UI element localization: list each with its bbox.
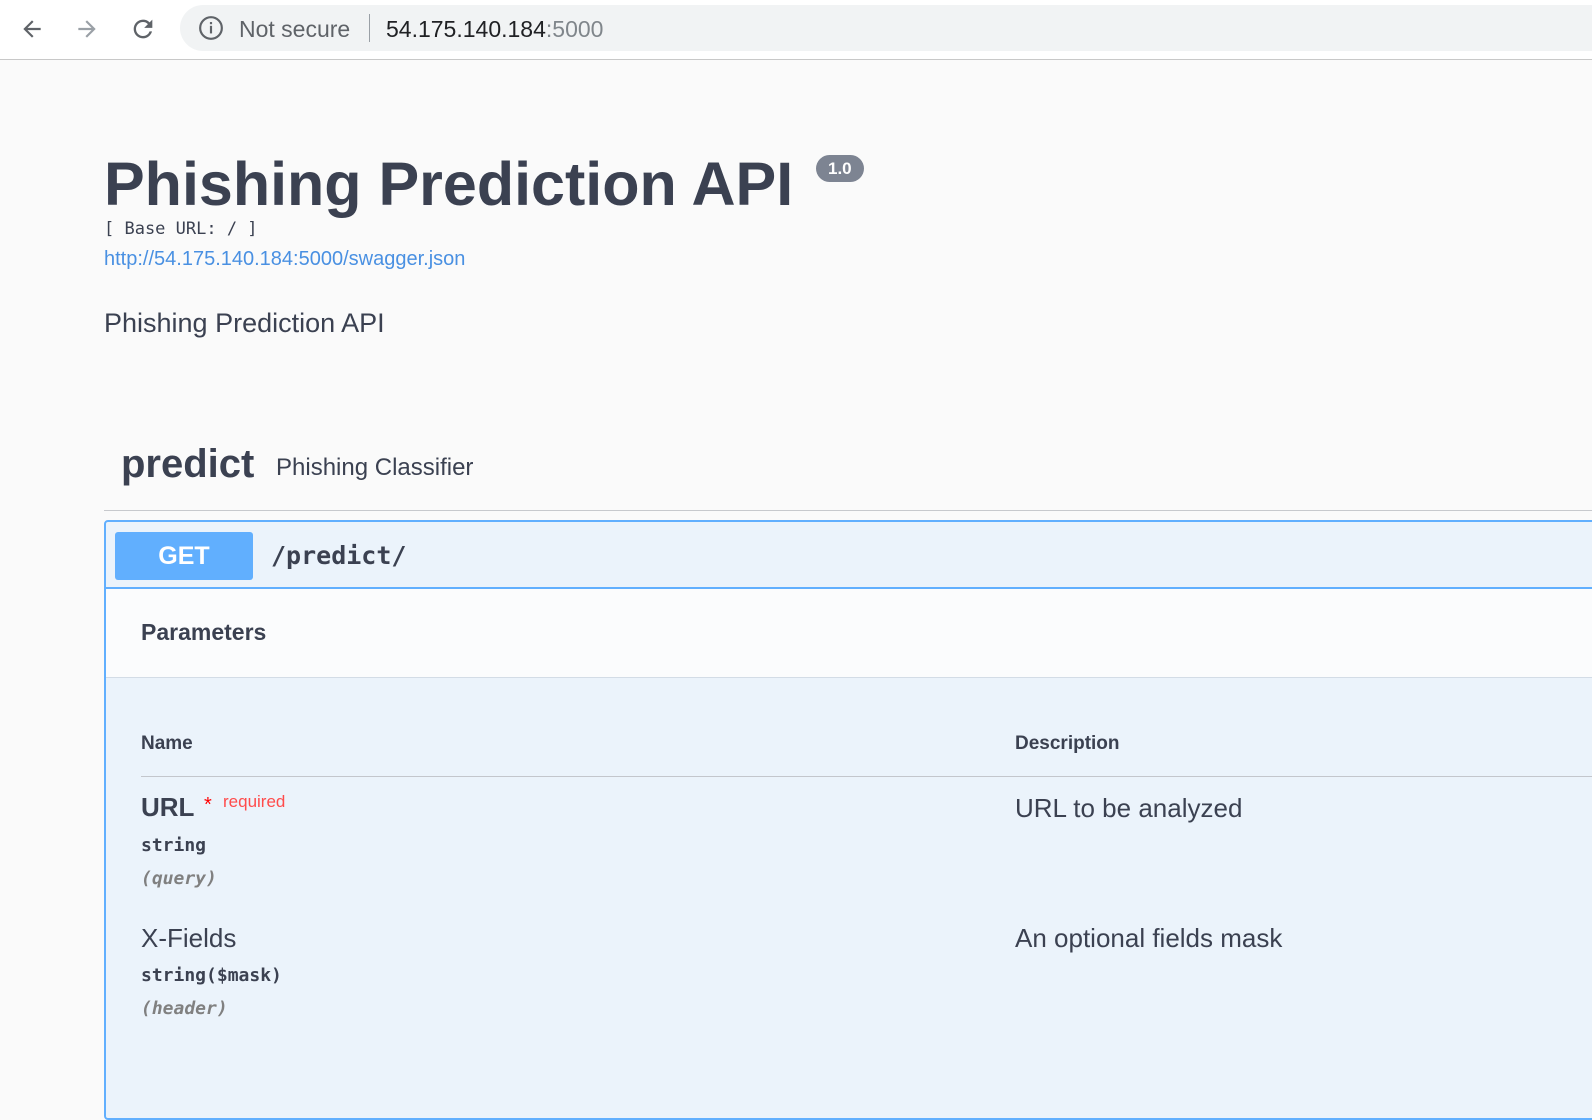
column-header-description: Description	[1015, 733, 1120, 754]
table-header-divider	[141, 776, 1592, 777]
arrow-right-icon	[78, 20, 96, 38]
parameters-title: Parameters	[141, 619, 267, 645]
tag-name[interactable]: predict	[121, 442, 254, 487]
operation-summary[interactable]: GET /predict/	[106, 522, 1592, 589]
parameter-description-url: URL to be analyzed	[1015, 793, 1243, 823]
parameter-type-x-fields: string($mask)	[141, 965, 282, 986]
address-bar-divider	[369, 14, 370, 42]
swagger-json-link[interactable]: http://54.175.140.184:5000/swagger.json	[104, 248, 465, 271]
parameters-header: Parameters	[106, 589, 1592, 678]
tag-description: Phishing Classifier	[276, 454, 474, 481]
required-star: *	[204, 794, 212, 816]
browser-toolbar: Not secure 54.175.140.184:5000	[0, 0, 1592, 60]
info-icon[interactable]	[198, 15, 224, 41]
parameter-name-x-fields: X-Fields	[141, 923, 237, 953]
operation-path[interactable]: /predict/	[271, 541, 406, 570]
required-label: required	[223, 792, 286, 811]
forward-button[interactable]	[68, 10, 106, 48]
base-url: [ Base URL: / ]	[104, 219, 258, 239]
url-text[interactable]: 54.175.140.184:5000	[386, 16, 603, 43]
arrow-left-icon	[23, 20, 41, 38]
parameter-location-x-fields: (header)	[141, 998, 228, 1019]
security-status-label[interactable]: Not secure	[239, 16, 350, 43]
http-method-badge[interactable]: GET	[115, 532, 253, 580]
column-header-name: Name	[141, 733, 193, 754]
url-port: :5000	[545, 16, 604, 42]
reload-icon	[133, 19, 153, 39]
parameter-location-url: (query)	[141, 868, 217, 889]
back-button[interactable]	[13, 10, 51, 48]
parameter-type-url: string	[141, 835, 207, 856]
reload-button[interactable]	[124, 10, 162, 48]
operation-block-get-predict: GET /predict/ Parameters Name Descriptio…	[104, 520, 1592, 1120]
api-title: Phishing Prediction API	[104, 150, 794, 218]
address-bar[interactable]: Not secure 54.175.140.184:5000	[180, 5, 1592, 51]
parameter-description-x-fields: An optional fields mask	[1015, 923, 1283, 953]
tag-divider	[104, 510, 1592, 511]
parameter-name-url: URL	[141, 792, 195, 822]
version-badge: 1.0	[816, 155, 864, 182]
url-host: 54.175.140.184	[386, 16, 546, 42]
api-description: Phishing Prediction API	[104, 308, 385, 338]
